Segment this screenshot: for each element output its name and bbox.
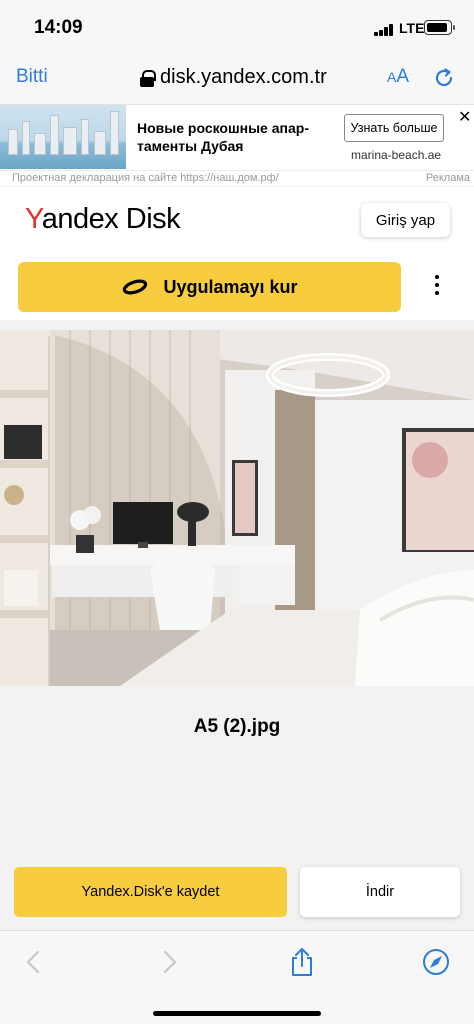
url-field[interactable]: disk.yandex.com.tr [140, 66, 327, 89]
network-type: LTE [399, 20, 425, 36]
login-button[interactable]: Giriş yap [361, 203, 450, 237]
file-actions: Yandex.Disk'e kaydet İndir [0, 866, 474, 930]
more-options-icon[interactable] [430, 275, 444, 299]
compass-icon[interactable] [420, 946, 452, 978]
save-to-disk-button[interactable]: Yandex.Disk'e kaydet [14, 867, 287, 917]
lock-icon [140, 69, 156, 87]
reload-icon[interactable] [432, 66, 456, 90]
ad-cta-button[interactable]: Узнать больше [344, 114, 444, 142]
ad-banner[interactable]: Новые роскошные апар-таменты Дубая Узнат… [0, 104, 474, 170]
yandex-disk-logo[interactable]: Yandex Disk [25, 203, 181, 236]
install-app-label: Uygulamayı kur [163, 276, 298, 297]
status-time: 14:09 [34, 17, 83, 38]
ad-label: Реклама [425, 172, 470, 184]
back-icon[interactable] [18, 946, 50, 978]
browser-address-bar: Bitti disk.yandex.com.tr AA [0, 56, 474, 104]
download-button[interactable]: İndir [300, 867, 460, 917]
ad-disclaimer: Проектная декларация на сайте https://на… [0, 170, 474, 186]
ad-title: Новые роскошные апар-таменты Дубая [137, 120, 309, 154]
browser-toolbar [0, 930, 474, 1024]
yandex-disk-icon [123, 279, 148, 295]
close-icon[interactable]: ✕ [458, 107, 471, 127]
ad-declaration: Проектная декларация на сайте https://на… [12, 172, 279, 184]
url-text: disk.yandex.com.tr [160, 66, 327, 88]
file-name: A5 (2).jpg [193, 716, 281, 737]
ad-image [0, 105, 126, 169]
page-content: Yandex Disk Giriş yap Uygulamayı kur A5 … [0, 187, 474, 930]
text-size-button[interactable]: AA [387, 66, 409, 88]
forward-icon[interactable] [153, 946, 185, 978]
battery-icon [424, 20, 455, 35]
site-header: Yandex Disk Giriş yap Uygulamayı kur [0, 187, 474, 320]
home-indicator [153, 1011, 321, 1016]
ad-domain: marina-beach.ae [351, 148, 442, 162]
install-app-button[interactable]: Uygulamayı kur [18, 262, 401, 312]
share-icon[interactable] [286, 946, 318, 978]
file-preview-image[interactable] [0, 330, 474, 686]
signal-icon [374, 24, 394, 36]
done-button[interactable]: Bitti [16, 66, 48, 88]
status-bar: 14:09 LTE [0, 0, 474, 56]
